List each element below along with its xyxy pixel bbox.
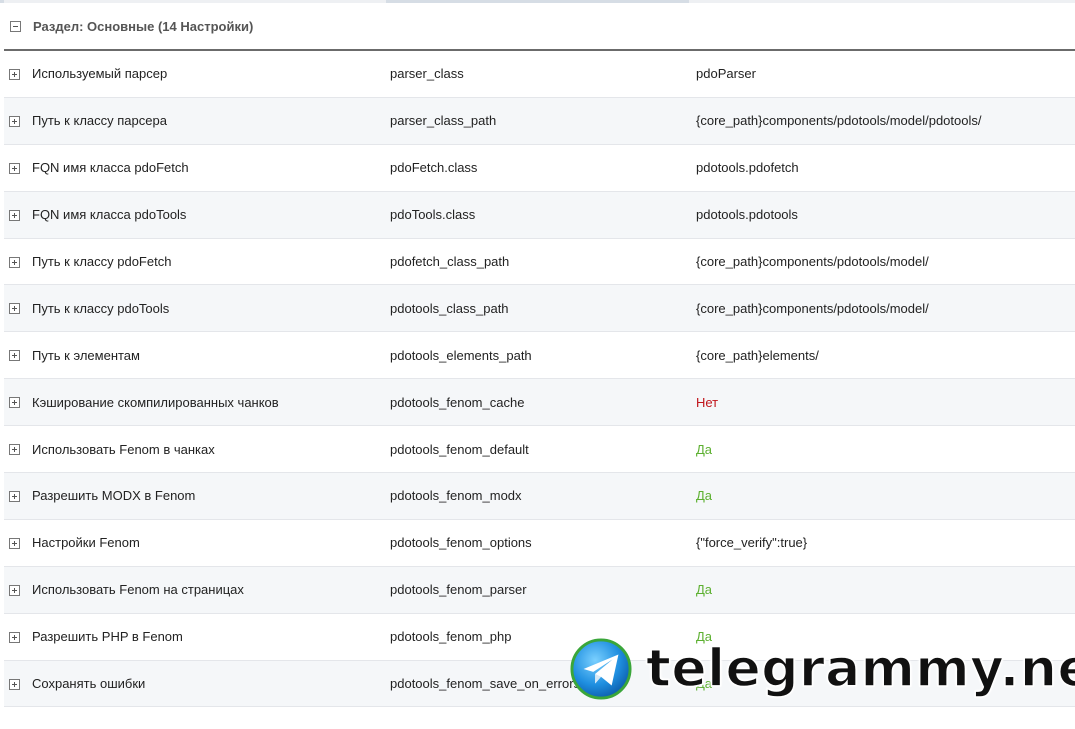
- plus-square-icon[interactable]: [9, 444, 20, 456]
- setting-key: pdotools_fenom_cache: [390, 394, 525, 410]
- setting-key: pdotools_class_path: [390, 300, 509, 316]
- telegram-paper-plane-icon: [570, 638, 632, 700]
- watermark-text: telegrammy.net: [645, 638, 1075, 700]
- setting-row[interactable]: Используемый парсер parser_class pdoParser: [4, 51, 1075, 98]
- plus-square-icon[interactable]: [9, 303, 20, 315]
- setting-name: FQN имя класса pdoFetch: [32, 160, 189, 176]
- setting-name: Путь к классу pdoTools: [32, 300, 170, 316]
- plus-square-icon[interactable]: [9, 350, 20, 362]
- setting-value[interactable]: {"force_verify":true}: [696, 535, 807, 550]
- settings-group-header[interactable]: Раздел: Основные (14 Настройки): [4, 3, 1075, 51]
- settings-table: Используемый парсер parser_class pdoParser…: [4, 51, 1075, 708]
- setting-name: Разрешить PHP в Fenom: [32, 629, 183, 645]
- setting-value[interactable]: {core_path}components/pdotools/model/pdo…: [696, 113, 981, 128]
- plus-square-icon[interactable]: [9, 69, 20, 80]
- plus-square-icon[interactable]: [9, 537, 20, 549]
- watermark: telegrammy.net: [570, 636, 1075, 702]
- setting-row[interactable]: Кэширование скомпилированных чанков pdoto…: [4, 379, 1075, 427]
- setting-key: pdoTools.class: [390, 207, 476, 223]
- plus-square-icon[interactable]: [9, 491, 20, 503]
- setting-value[interactable]: Да: [696, 582, 712, 597]
- setting-key: pdotools_elements_path: [390, 347, 532, 363]
- setting-name: Используемый парсер: [32, 66, 168, 82]
- setting-row[interactable]: Путь к классу pdoFetch pdofetch_class_pat…: [4, 239, 1075, 286]
- setting-name: Сохранять ошибки: [32, 676, 146, 692]
- setting-value[interactable]: {core_path}components/pdotools/model/: [696, 301, 929, 316]
- setting-row[interactable]: Путь к классу pdoTools pdotools_class_pat…: [4, 285, 1075, 333]
- setting-name: Использовать Fenom в чанках: [32, 441, 215, 457]
- setting-key: parser_class: [390, 66, 464, 82]
- setting-name: Разрешить MODX в Fenom: [32, 488, 196, 504]
- setting-key: pdotools_fenom_parser: [390, 582, 527, 598]
- setting-key: pdotools_fenom_save_on_errors: [390, 676, 581, 692]
- setting-value[interactable]: pdoParser: [696, 66, 756, 81]
- setting-value[interactable]: {core_path}elements/: [696, 348, 819, 363]
- setting-key: pdotools_fenom_default: [390, 441, 529, 457]
- plus-square-icon[interactable]: [9, 631, 20, 643]
- setting-key: parser_class_path: [390, 113, 497, 129]
- setting-name: Кэширование скомпилированных чанков: [32, 394, 279, 410]
- setting-key: pdotools_fenom_modx: [390, 488, 522, 504]
- setting-row[interactable]: Путь к классу парсера parser_class_path {c…: [4, 97, 1075, 145]
- setting-key: pdotools_fenom_options: [390, 535, 532, 551]
- plus-square-icon[interactable]: [9, 256, 20, 268]
- setting-value[interactable]: pdotools.pdofetch: [696, 160, 799, 175]
- setting-value[interactable]: {core_path}components/pdotools/model/: [696, 254, 929, 269]
- setting-name: Путь к классу pdoFetch: [32, 254, 172, 269]
- setting-name: Путь к классу парсера: [32, 113, 167, 129]
- setting-value[interactable]: Нет: [696, 395, 718, 410]
- setting-value[interactable]: Да: [696, 488, 712, 503]
- setting-name: FQN имя класса pdoTools: [32, 207, 187, 223]
- plus-square-icon[interactable]: [9, 162, 20, 174]
- setting-row[interactable]: FQN имя класса pdoTools pdoTools.class pdo…: [4, 191, 1075, 239]
- setting-name: Путь к элементам: [32, 347, 140, 363]
- plus-square-icon[interactable]: [9, 209, 20, 221]
- setting-name: Использовать Fenom на страницах: [32, 582, 244, 598]
- setting-key: pdoFetch.class: [390, 160, 478, 176]
- setting-row[interactable]: Настройки Fenom pdotools_fenom_options {"f…: [4, 520, 1075, 567]
- setting-key: pdotools_fenom_php: [390, 629, 512, 645]
- setting-row[interactable]: Путь к элементам pdotools_elements_path {c…: [4, 332, 1075, 380]
- plus-square-icon[interactable]: [9, 584, 20, 596]
- setting-row[interactable]: Использовать Fenom на страницах pdotools_…: [4, 566, 1075, 614]
- setting-row[interactable]: Использовать Fenom в чанках pdotools_feno…: [4, 426, 1075, 474]
- plus-square-icon[interactable]: [9, 678, 20, 690]
- minus-square-icon[interactable]: [10, 20, 21, 32]
- setting-value[interactable]: Да: [696, 442, 712, 457]
- setting-key: pdofetch_class_path: [390, 254, 510, 269]
- plus-square-icon[interactable]: [9, 397, 20, 409]
- setting-row[interactable]: FQN имя класса pdoFetch pdoFetch.class pdo…: [4, 145, 1075, 192]
- plus-square-icon[interactable]: [9, 115, 20, 127]
- setting-name: Настройки Fenom: [32, 535, 140, 551]
- setting-row[interactable]: Разрешить MODX в Fenom pdotools_fenom_mod…: [4, 473, 1075, 520]
- setting-value[interactable]: pdotools.pdotools: [696, 207, 798, 222]
- group-title: Раздел: Основные (14 Настройки): [33, 18, 254, 34]
